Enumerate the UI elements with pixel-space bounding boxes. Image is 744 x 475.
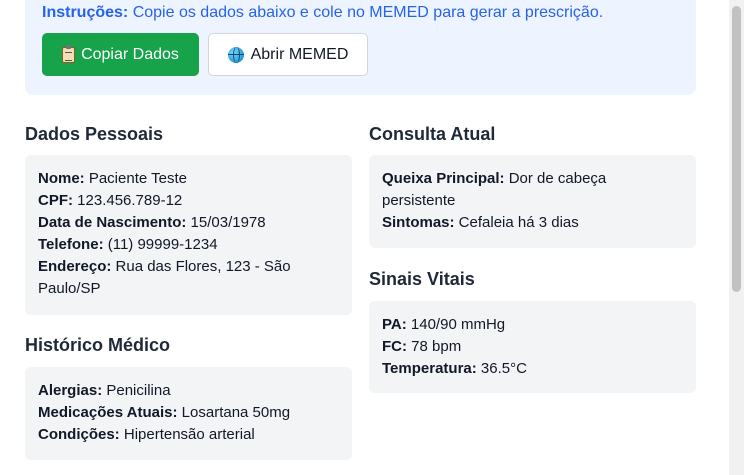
field-label: Nome:: [38, 170, 85, 187]
field-label: Temperatura:: [382, 360, 477, 377]
field-medications: Medicações Atuais: Losartana 50mg: [38, 402, 339, 424]
open-memed-button[interactable]: Abrir MEMED: [208, 33, 368, 76]
field-label: CPF:: [38, 192, 73, 209]
field-label: FC:: [382, 338, 407, 355]
personal-data-title: Dados Pessoais: [25, 124, 164, 144]
clipboard-icon: [62, 44, 76, 63]
instructions-label: Instruções:: [42, 4, 129, 21]
field-birthdate: Data de Nascimento: 15/03/1978: [38, 212, 339, 234]
field-conditions: Condições: Hipertensão arterial: [38, 424, 339, 446]
medical-history-card: Alergias: Penicilina Medicações Atuais: …: [25, 367, 352, 460]
field-label: Condições:: [38, 426, 120, 443]
personal-data-card: Nome: Paciente Teste CPF: 123.456.789-12…: [25, 155, 352, 315]
current-consultation-card: Queixa Principal: Dor de cabeça persiste…: [369, 155, 696, 248]
field-name: Nome: Paciente Teste: [38, 168, 339, 190]
instructions-panel: Instruções: Copie os dados abaixo e cole…: [25, 0, 696, 95]
open-memed-label: Abrir MEMED: [250, 45, 349, 63]
field-value: Hipertensão arterial: [119, 426, 255, 443]
field-cpf: CPF: 123.456.789-12: [38, 190, 339, 212]
field-label: Medicações Atuais:: [38, 404, 178, 421]
field-heart-rate: FC: 78 bpm: [382, 336, 683, 358]
vertical-scrollbar[interactable]: [729, 0, 744, 475]
field-value: Penicilina: [102, 382, 171, 399]
field-value: (11) 99999-1234: [103, 236, 218, 253]
field-value: 15/03/1978: [186, 214, 266, 231]
field-allergies: Alergias: Penicilina: [38, 380, 339, 402]
field-label: Endereço:: [38, 258, 112, 275]
field-label: Sintomas:: [382, 214, 455, 231]
vital-signs-title: Sinais Vitais: [369, 269, 475, 289]
field-value: 123.456.789-12: [73, 192, 183, 209]
page-viewport: Instruções: Copie os dados abaixo e cole…: [0, 0, 744, 475]
globe-icon: [227, 46, 244, 63]
instructions-body: Copie os dados abaixo e cole no MEMED pa…: [128, 4, 604, 21]
field-label: Data de Nascimento:: [38, 214, 187, 231]
field-value: 140/90 mmHg: [406, 316, 506, 333]
vital-signs-card: PA: 140/90 mmHg FC: 78 bpm Temperatura: …: [369, 301, 696, 393]
field-value: Paciente Teste: [84, 170, 187, 187]
instructions-text: Instruções: Copie os dados abaixo e cole…: [42, 4, 603, 22]
field-address: Endereço: Rua das Flores, 123 - São Paul…: [38, 256, 339, 300]
field-value: Losartana 50mg: [177, 404, 291, 421]
scrollbar-thumb[interactable]: [732, 6, 741, 292]
field-value: 78 bpm: [407, 338, 462, 355]
field-chief-complaint: Queixa Principal: Dor de cabeça persiste…: [382, 168, 683, 212]
medical-history-title: Histórico Médico: [25, 335, 171, 355]
copy-data-button[interactable]: Copiar Dados: [42, 33, 199, 76]
copy-data-label: Copiar Dados: [81, 45, 179, 63]
field-temperature: Temperatura: 36.5°C: [382, 358, 683, 380]
field-label: Alergias:: [38, 382, 103, 399]
field-label: Telefone:: [38, 236, 104, 253]
field-phone: Telefone: (11) 99999-1234: [38, 234, 339, 256]
field-label: PA:: [382, 316, 407, 333]
field-symptoms: Sintomas: Cefaleia há 3 dias: [382, 212, 683, 234]
field-label: Queixa Principal:: [382, 170, 505, 187]
current-consultation-title: Consulta Atual: [369, 124, 496, 144]
field-value: 36.5°C: [476, 360, 527, 377]
field-blood-pressure: PA: 140/90 mmHg: [382, 314, 683, 336]
field-value: Cefaleia há 3 dias: [454, 214, 579, 231]
